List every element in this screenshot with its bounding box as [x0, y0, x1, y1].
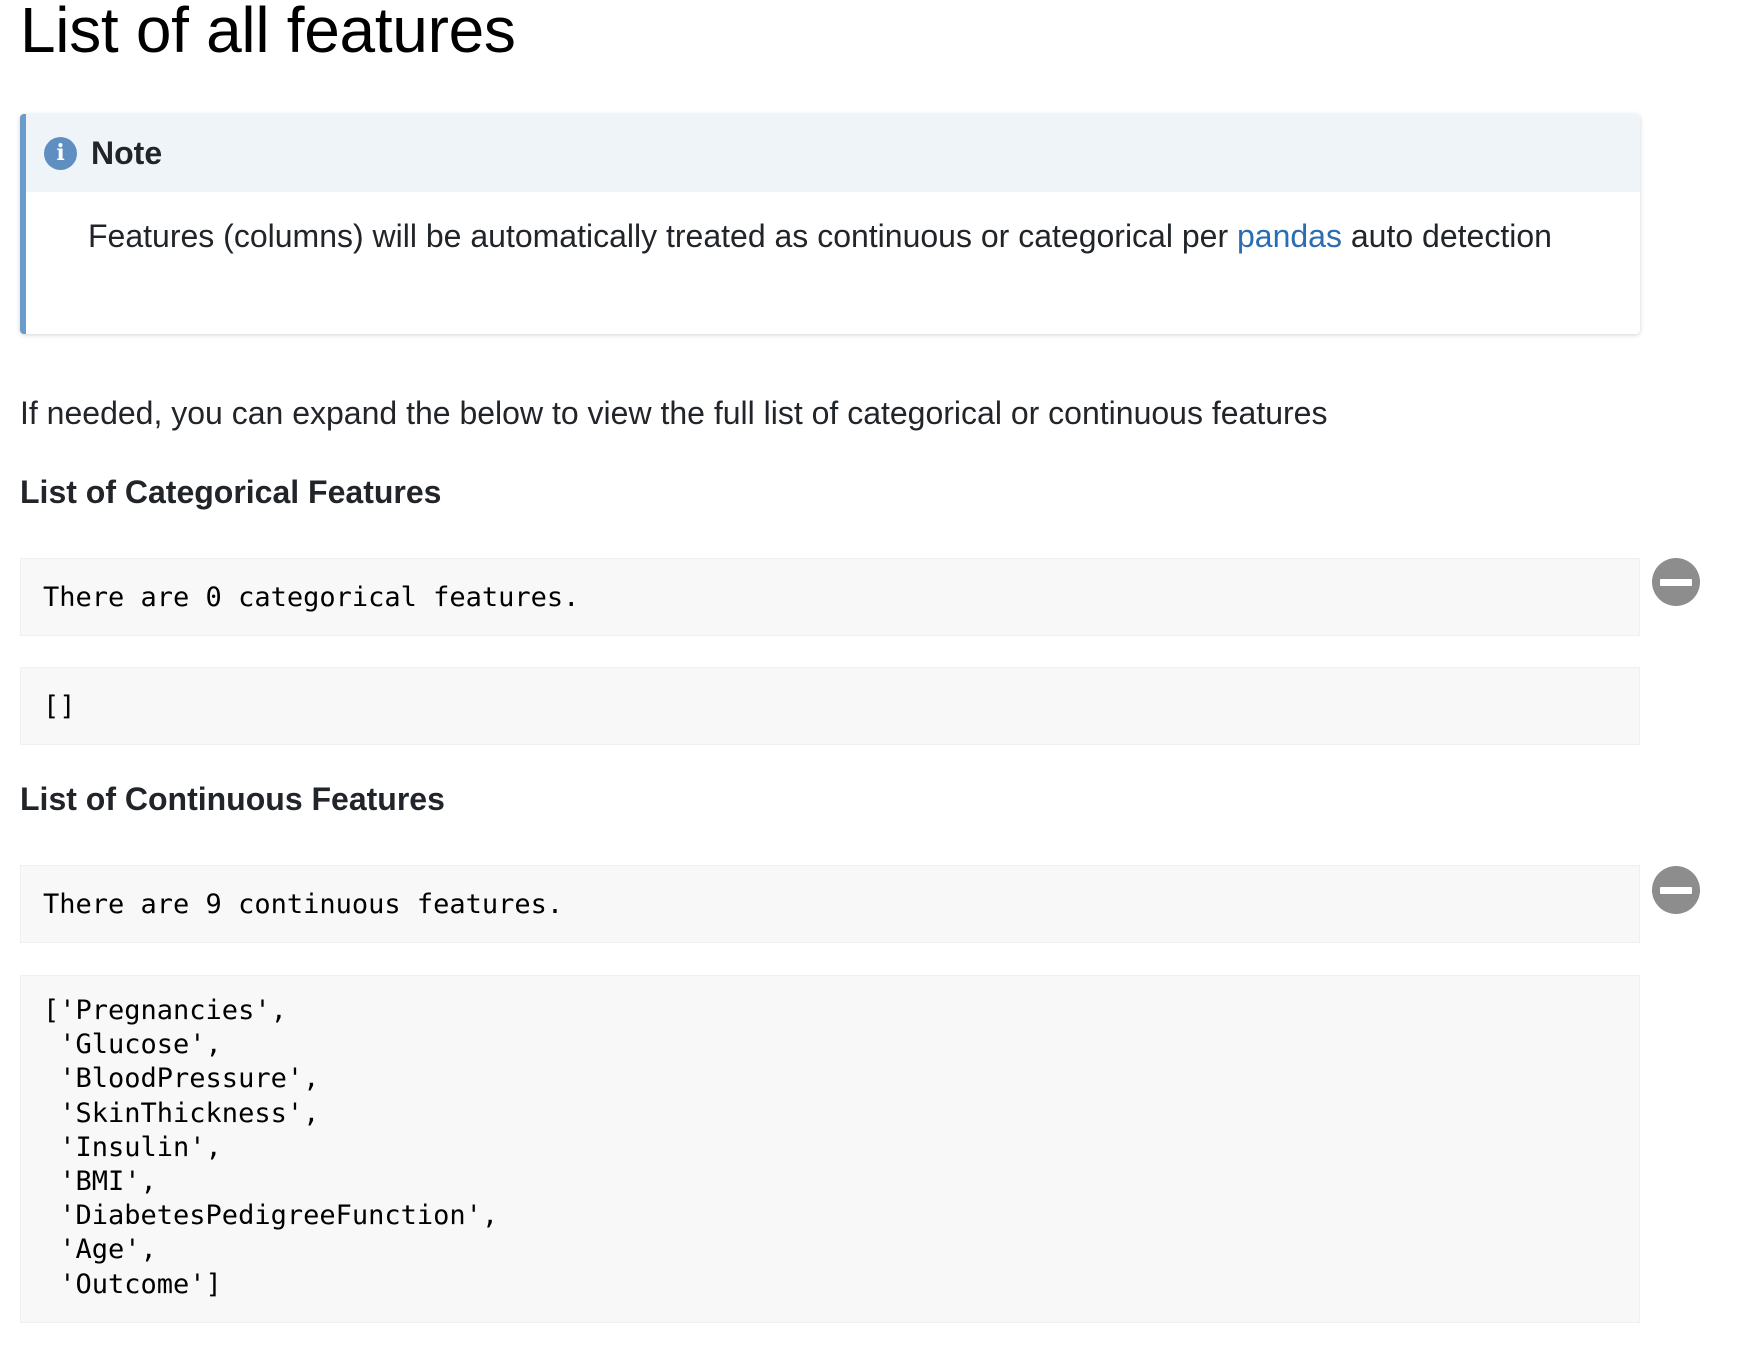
categorical-heading: List of Categorical Features [20, 474, 442, 510]
continuous-summary-output: There are 9 continuous features. [20, 865, 1640, 943]
collapse-continuous-button[interactable] [1652, 866, 1700, 914]
note-admonition: i Note Features (columns) will be automa… [20, 114, 1640, 334]
minus-circle-icon [1660, 886, 1692, 894]
continuous-heading: List of Continuous Features [20, 781, 445, 817]
continuous-list-text: ['Pregnancies', 'Glucose', 'BloodPressur… [43, 995, 499, 1300]
note-text-tail: auto detection [1341, 218, 1552, 254]
info-icon: i [44, 136, 77, 170]
continuous-list-output: ['Pregnancies', 'Glucose', 'BloodPressur… [20, 975, 1640, 1323]
page-content: List of all features i Note Features (co… [20, 0, 1640, 1323]
collapse-categorical-button[interactable] [1652, 558, 1700, 606]
pandas-link[interactable]: pandas [1237, 218, 1342, 254]
note-header: i Note [26, 114, 1640, 192]
intro-text: If needed, you can expand the below to v… [20, 395, 1328, 431]
note-body: Features (columns) will be automatically… [26, 192, 1640, 262]
categorical-summary-text: There are 0 categorical features. [43, 581, 580, 613]
categorical-list-text: [] [43, 690, 76, 722]
minus-circle-icon [1660, 578, 1692, 586]
categorical-summary-output: There are 0 categorical features. [20, 558, 1640, 636]
categorical-list-output: [] [20, 667, 1640, 745]
page-title: List of all features [20, 0, 516, 66]
note-text: Features (columns) will be automatically… [88, 218, 1237, 254]
continuous-summary-text: There are 9 continuous features. [43, 888, 564, 920]
note-title: Note [91, 134, 163, 171]
